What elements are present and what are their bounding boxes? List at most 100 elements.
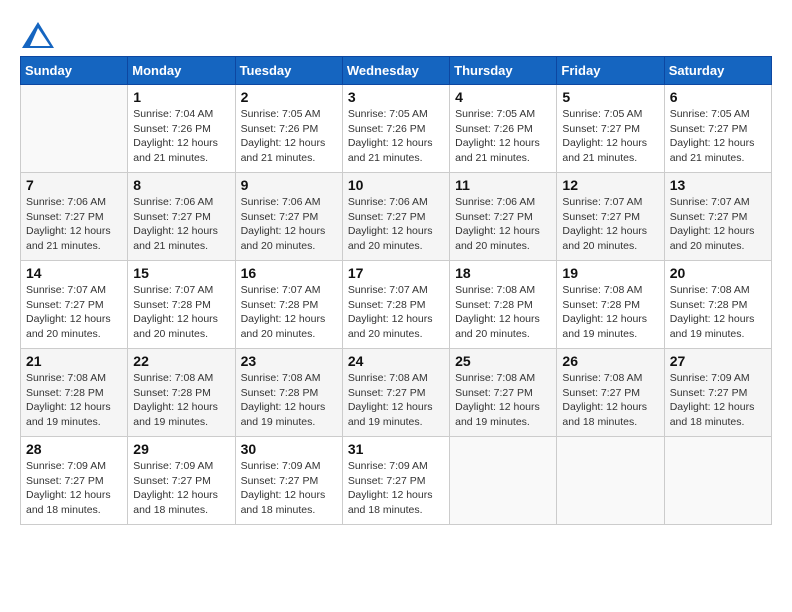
calendar-week-row: 28 Sunrise: 7:09 AMSunset: 7:27 PMDayligh… xyxy=(21,437,772,525)
day-number: 16 xyxy=(241,265,337,281)
day-number: 31 xyxy=(348,441,444,457)
day-number: 5 xyxy=(562,89,658,105)
header-sunday: Sunday xyxy=(21,57,128,85)
day-info: Sunrise: 7:09 AMSunset: 7:27 PMDaylight:… xyxy=(348,459,444,518)
day-info: Sunrise: 7:06 AMSunset: 7:27 PMDaylight:… xyxy=(241,195,337,254)
header-saturday: Saturday xyxy=(664,57,771,85)
calendar-cell: 1 Sunrise: 7:04 AMSunset: 7:26 PMDaylight… xyxy=(128,85,235,173)
day-info: Sunrise: 7:05 AMSunset: 7:27 PMDaylight:… xyxy=(562,107,658,166)
day-number: 13 xyxy=(670,177,766,193)
day-info: Sunrise: 7:08 AMSunset: 7:28 PMDaylight:… xyxy=(241,371,337,430)
day-number: 30 xyxy=(241,441,337,457)
day-info: Sunrise: 7:08 AMSunset: 7:28 PMDaylight:… xyxy=(26,371,122,430)
day-number: 29 xyxy=(133,441,229,457)
calendar-cell xyxy=(21,85,128,173)
calendar-cell: 13Sunrise: 7:07 AMSunset: 7:27 PMDayligh… xyxy=(664,173,771,261)
day-number: 8 xyxy=(133,177,229,193)
calendar-cell xyxy=(557,437,664,525)
day-number: 28 xyxy=(26,441,122,457)
calendar-week-row: 1 Sunrise: 7:04 AMSunset: 7:26 PMDaylight… xyxy=(21,85,772,173)
day-info: Sunrise: 7:06 AMSunset: 7:27 PMDaylight:… xyxy=(455,195,551,254)
calendar-cell: 25 Sunrise: 7:08 AMSunset: 7:27 PMDayligh… xyxy=(450,349,557,437)
day-info: Sunrise: 7:05 AMSunset: 7:27 PMDaylight:… xyxy=(670,107,766,166)
day-number: 10 xyxy=(348,177,444,193)
calendar-cell: 21 Sunrise: 7:08 AMSunset: 7:28 PMDayligh… xyxy=(21,349,128,437)
calendar-cell: 26 Sunrise: 7:08 AMSunset: 7:27 PMDayligh… xyxy=(557,349,664,437)
calendar-cell: 23Sunrise: 7:08 AMSunset: 7:28 PMDayligh… xyxy=(235,349,342,437)
day-number: 15 xyxy=(133,265,229,281)
day-info: Sunrise: 7:07 AMSunset: 7:28 PMDaylight:… xyxy=(241,283,337,342)
calendar-cell: 6 Sunrise: 7:05 AMSunset: 7:27 PMDaylight… xyxy=(664,85,771,173)
page-header xyxy=(20,20,772,46)
day-info: Sunrise: 7:06 AMSunset: 7:27 PMDaylight:… xyxy=(348,195,444,254)
day-number: 4 xyxy=(455,89,551,105)
calendar-header-row: SundayMondayTuesdayWednesdayThursdayFrid… xyxy=(21,57,772,85)
day-info: Sunrise: 7:09 AMSunset: 7:27 PMDaylight:… xyxy=(670,371,766,430)
day-number: 26 xyxy=(562,353,658,369)
calendar-week-row: 14 Sunrise: 7:07 AMSunset: 7:27 PMDayligh… xyxy=(21,261,772,349)
day-number: 17 xyxy=(348,265,444,281)
day-info: Sunrise: 7:08 AMSunset: 7:28 PMDaylight:… xyxy=(133,371,229,430)
day-info: Sunrise: 7:08 AMSunset: 7:27 PMDaylight:… xyxy=(455,371,551,430)
day-number: 19 xyxy=(562,265,658,281)
calendar-cell: 24 Sunrise: 7:08 AMSunset: 7:27 PMDayligh… xyxy=(342,349,449,437)
day-info: Sunrise: 7:08 AMSunset: 7:27 PMDaylight:… xyxy=(348,371,444,430)
calendar-cell: 29 Sunrise: 7:09 AMSunset: 7:27 PMDayligh… xyxy=(128,437,235,525)
calendar-cell: 12Sunrise: 7:07 AMSunset: 7:27 PMDayligh… xyxy=(557,173,664,261)
logo xyxy=(20,20,56,46)
calendar-cell: 18 Sunrise: 7:08 AMSunset: 7:28 PMDayligh… xyxy=(450,261,557,349)
header-friday: Friday xyxy=(557,57,664,85)
day-number: 1 xyxy=(133,89,229,105)
header-monday: Monday xyxy=(128,57,235,85)
day-number: 3 xyxy=(348,89,444,105)
day-number: 7 xyxy=(26,177,122,193)
day-number: 9 xyxy=(241,177,337,193)
day-info: Sunrise: 7:08 AMSunset: 7:27 PMDaylight:… xyxy=(562,371,658,430)
day-info: Sunrise: 7:09 AMSunset: 7:27 PMDaylight:… xyxy=(133,459,229,518)
day-number: 22 xyxy=(133,353,229,369)
day-number: 20 xyxy=(670,265,766,281)
day-info: Sunrise: 7:04 AMSunset: 7:26 PMDaylight:… xyxy=(133,107,229,166)
calendar-cell: 2 Sunrise: 7:05 AMSunset: 7:26 PMDaylight… xyxy=(235,85,342,173)
logo-icon xyxy=(20,20,56,50)
day-info: Sunrise: 7:05 AMSunset: 7:26 PMDaylight:… xyxy=(455,107,551,166)
day-info: Sunrise: 7:09 AMSunset: 7:27 PMDaylight:… xyxy=(26,459,122,518)
day-info: Sunrise: 7:08 AMSunset: 7:28 PMDaylight:… xyxy=(455,283,551,342)
day-info: Sunrise: 7:07 AMSunset: 7:27 PMDaylight:… xyxy=(562,195,658,254)
calendar-cell xyxy=(450,437,557,525)
calendar-cell: 20Sunrise: 7:08 AMSunset: 7:28 PMDayligh… xyxy=(664,261,771,349)
day-info: Sunrise: 7:05 AMSunset: 7:26 PMDaylight:… xyxy=(241,107,337,166)
day-info: Sunrise: 7:07 AMSunset: 7:27 PMDaylight:… xyxy=(26,283,122,342)
calendar-cell: 15 Sunrise: 7:07 AMSunset: 7:28 PMDayligh… xyxy=(128,261,235,349)
calendar-cell: 31 Sunrise: 7:09 AMSunset: 7:27 PMDayligh… xyxy=(342,437,449,525)
day-number: 11 xyxy=(455,177,551,193)
day-number: 25 xyxy=(455,353,551,369)
calendar-cell: 22 Sunrise: 7:08 AMSunset: 7:28 PMDayligh… xyxy=(128,349,235,437)
day-number: 24 xyxy=(348,353,444,369)
calendar-cell: 30 Sunrise: 7:09 AMSunset: 7:27 PMDayligh… xyxy=(235,437,342,525)
calendar-cell: 14 Sunrise: 7:07 AMSunset: 7:27 PMDayligh… xyxy=(21,261,128,349)
day-info: Sunrise: 7:09 AMSunset: 7:27 PMDaylight:… xyxy=(241,459,337,518)
day-info: Sunrise: 7:06 AMSunset: 7:27 PMDaylight:… xyxy=(133,195,229,254)
calendar-cell: 16 Sunrise: 7:07 AMSunset: 7:28 PMDayligh… xyxy=(235,261,342,349)
day-info: Sunrise: 7:08 AMSunset: 7:28 PMDaylight:… xyxy=(562,283,658,342)
day-info: Sunrise: 7:06 AMSunset: 7:27 PMDaylight:… xyxy=(26,195,122,254)
calendar-cell: 7 Sunrise: 7:06 AMSunset: 7:27 PMDaylight… xyxy=(21,173,128,261)
day-number: 2 xyxy=(241,89,337,105)
day-info: Sunrise: 7:07 AMSunset: 7:28 PMDaylight:… xyxy=(133,283,229,342)
day-number: 18 xyxy=(455,265,551,281)
day-number: 6 xyxy=(670,89,766,105)
calendar-cell: 9 Sunrise: 7:06 AMSunset: 7:27 PMDaylight… xyxy=(235,173,342,261)
calendar-cell: 28 Sunrise: 7:09 AMSunset: 7:27 PMDayligh… xyxy=(21,437,128,525)
calendar-cell: 8 Sunrise: 7:06 AMSunset: 7:27 PMDaylight… xyxy=(128,173,235,261)
calendar-cell: 10 Sunrise: 7:06 AMSunset: 7:27 PMDayligh… xyxy=(342,173,449,261)
day-number: 21 xyxy=(26,353,122,369)
calendar-cell: 3 Sunrise: 7:05 AMSunset: 7:26 PMDaylight… xyxy=(342,85,449,173)
day-info: Sunrise: 7:07 AMSunset: 7:28 PMDaylight:… xyxy=(348,283,444,342)
calendar-cell: 11 Sunrise: 7:06 AMSunset: 7:27 PMDayligh… xyxy=(450,173,557,261)
day-info: Sunrise: 7:05 AMSunset: 7:26 PMDaylight:… xyxy=(348,107,444,166)
day-number: 14 xyxy=(26,265,122,281)
calendar-cell xyxy=(664,437,771,525)
calendar-cell: 27Sunrise: 7:09 AMSunset: 7:27 PMDayligh… xyxy=(664,349,771,437)
calendar-week-row: 7 Sunrise: 7:06 AMSunset: 7:27 PMDaylight… xyxy=(21,173,772,261)
